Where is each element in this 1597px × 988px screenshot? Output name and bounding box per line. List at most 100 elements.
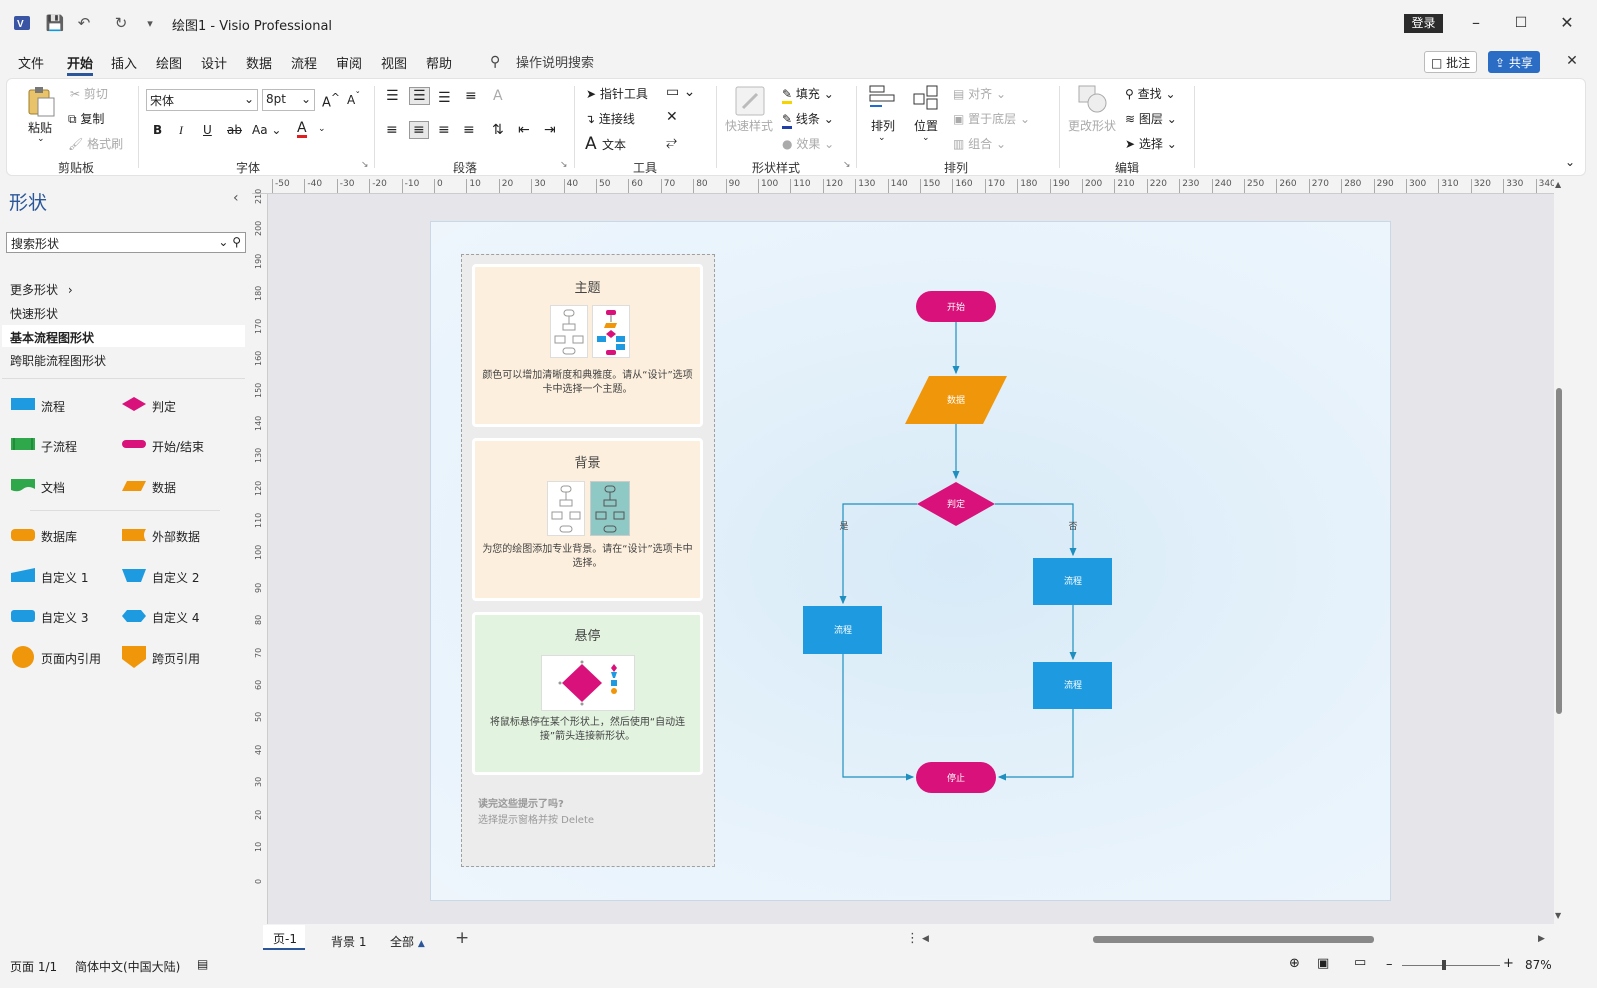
page-count[interactable]: 页面 1/1 <box>10 958 57 975</box>
connector-button[interactable]: ↴ 连接线 <box>585 110 635 127</box>
arrange-dropdown-icon[interactable]: ⌄ <box>878 133 886 143</box>
zoom-slider-thumb[interactable] <box>1442 960 1446 970</box>
undo-icon[interactable]: ↶ <box>74 13 94 33</box>
format-painter-button[interactable]: 🖌 格式刷 <box>68 135 123 152</box>
close-icon[interactable]: ✕ <box>1554 10 1580 36</box>
redo-icon[interactable]: ↻ <box>111 13 131 33</box>
tab-help[interactable]: 帮助 <box>426 53 452 72</box>
page-tab-1[interactable]: 页-1 <box>273 930 297 947</box>
quick-styles-label[interactable]: 快速样式 <box>725 117 773 134</box>
language-indicator[interactable]: 简体中文(中国大陆) <box>75 958 180 975</box>
share-button[interactable]: ⇪ 共享 <box>1488 51 1540 73</box>
shape-custom-4[interactable] <box>121 608 147 627</box>
collapse-ribbon-icon[interactable]: ⌄ <box>1565 155 1575 169</box>
scroll-right-icon[interactable]: ▶ <box>1538 934 1545 944</box>
paste-dropdown-icon[interactable]: ⌄ <box>37 134 45 144</box>
zoom-in-icon[interactable]: + <box>1503 956 1514 971</box>
shape-process[interactable] <box>10 397 36 414</box>
grow-font-icon[interactable]: A^ <box>322 91 340 110</box>
scroll-up-icon[interactable]: ▲ <box>1555 180 1561 189</box>
select-button[interactable]: ➤ 选择 ⌄ <box>1125 135 1177 152</box>
arrange-label[interactable]: 排列 <box>871 117 895 134</box>
align-top-icon[interactable]: ☰ <box>386 88 399 104</box>
change-shape-label[interactable]: 更改形状 <box>1068 117 1116 134</box>
shape-decision[interactable] <box>121 396 147 415</box>
shape-custom-1[interactable] <box>10 567 36 586</box>
underline-icon[interactable]: U <box>203 123 212 137</box>
justify-icon[interactable]: ≡ <box>463 122 475 138</box>
shape-search-input[interactable]: 搜索形状 ⌄ ⚲ <box>6 232 246 253</box>
sign-in-button[interactable]: 登录 <box>1404 14 1443 33</box>
position-icon[interactable] <box>912 84 940 115</box>
collapse-panel-icon[interactable]: ‹ <box>233 190 239 206</box>
zoom-slider-track[interactable] <box>1402 965 1500 966</box>
shape-subprocess[interactable] <box>10 437 36 454</box>
save-icon[interactable]: 💾 <box>45 13 65 33</box>
bullets-icon[interactable]: ≡ <box>465 88 477 104</box>
maximize-icon[interactable]: ☐ <box>1508 10 1534 36</box>
pointer-tool-button[interactable]: ➤ 指针工具 <box>586 85 648 102</box>
shape-document[interactable] <box>10 478 36 497</box>
add-page-icon[interactable]: + <box>455 928 469 948</box>
switch-windows-icon[interactable]: ▣ <box>1317 956 1329 971</box>
horizontal-scroll-thumb[interactable] <box>1093 936 1374 943</box>
shape-external-data[interactable] <box>121 527 147 546</box>
increase-indent-icon[interactable]: ⇥ <box>544 122 556 138</box>
align-center-icon[interactable]: ≡ <box>409 121 429 139</box>
scroll-left-icon[interactable]: ◀ <box>922 934 929 944</box>
layers-button[interactable]: ≋ 图层 ⌄ <box>1125 110 1177 127</box>
line-spacing-icon[interactable]: ⇅ <box>492 122 504 138</box>
macro-record-icon[interactable]: ▤ <box>197 957 208 971</box>
all-pages-button[interactable]: 全部 ▲ <box>390 933 425 950</box>
copy-button[interactable]: ⧉ 复制 <box>68 110 104 127</box>
dialog-launcher-icon[interactable]: ↘ <box>560 160 568 170</box>
text-tool-button[interactable]: A 文本 <box>585 134 626 154</box>
shape-database[interactable] <box>10 527 36 546</box>
dialog-launcher-icon[interactable]: ↘ <box>843 160 851 170</box>
quick-shapes-link[interactable]: 快速形状 <box>10 305 58 322</box>
zoom-out-icon[interactable]: – <box>1386 957 1393 972</box>
shape-data[interactable] <box>121 479 147 496</box>
tab-view[interactable]: 视图 <box>381 53 407 72</box>
flowchart[interactable]: 开始 数据 判定 流程 流程 流程 停止 是 否 <box>430 221 1391 901</box>
arrange-icon[interactable] <box>868 84 896 115</box>
align-middle-icon[interactable]: ☰ <box>409 87 430 105</box>
cross-functional-stencil[interactable]: 跨职能流程图形状 <box>10 352 106 369</box>
text-direction-icon[interactable]: A <box>493 88 503 104</box>
paste-icon[interactable] <box>26 86 56 121</box>
tab-data[interactable]: 数据 <box>246 53 272 72</box>
line-tool-icon[interactable]: ✕ <box>666 109 678 125</box>
send-to-back-button[interactable]: ▣ 置于底层 ⌄ <box>953 110 1030 127</box>
font-size-select[interactable]: 8pt ⌄ <box>262 89 315 111</box>
group-button[interactable]: ▥ 组合 ⌄ <box>953 135 1006 152</box>
align-right-icon[interactable]: ≡ <box>438 122 450 138</box>
tab-home[interactable]: 开始 <box>67 53 94 76</box>
find-button[interactable]: ⚲ 查找 ⌄ <box>1125 85 1176 102</box>
fit-page-icon[interactable]: ⊕ <box>1289 956 1300 971</box>
tab-design[interactable]: 设计 <box>201 53 227 72</box>
line-button[interactable]: ✎ 线条 ⌄ <box>782 110 834 129</box>
scroll-down-icon[interactable]: ▼ <box>1555 911 1561 920</box>
decrease-indent-icon[interactable]: ⇤ <box>518 122 530 138</box>
font-color-dropdown-icon[interactable]: ⌄ <box>318 124 326 134</box>
change-case-button[interactable]: Aa ⌄ <box>252 123 281 137</box>
shape-custom-2[interactable] <box>121 567 147 586</box>
shape-off-page-reference[interactable] <box>121 645 147 672</box>
align-button[interactable]: ▤ 对齐 ⌄ <box>953 85 1006 102</box>
more-options-icon[interactable]: ⋮ <box>906 931 919 946</box>
connection-point-icon[interactable]: ⥂ <box>666 134 677 150</box>
minimize-icon[interactable]: – <box>1463 10 1489 36</box>
tab-file[interactable]: 文件 <box>18 53 44 72</box>
tab-review[interactable]: 审阅 <box>336 53 362 72</box>
font-family-select[interactable]: 宋体 ⌄ <box>146 89 258 111</box>
font-color-icon[interactable]: A <box>297 121 307 138</box>
bold-icon[interactable]: B <box>153 123 162 137</box>
zoom-level[interactable]: 87% <box>1525 958 1552 972</box>
presentation-mode-icon[interactable]: ▭ <box>1354 955 1366 970</box>
basic-flowchart-stencil[interactable]: 基本流程图形状 <box>10 329 94 346</box>
tab-draw[interactable]: 绘图 <box>156 53 182 72</box>
shape-custom-3[interactable] <box>10 608 36 627</box>
tab-insert[interactable]: 插入 <box>111 53 137 72</box>
align-left-icon[interactable]: ≡ <box>386 122 398 138</box>
page-tab-background[interactable]: 背景 1 <box>331 933 366 950</box>
